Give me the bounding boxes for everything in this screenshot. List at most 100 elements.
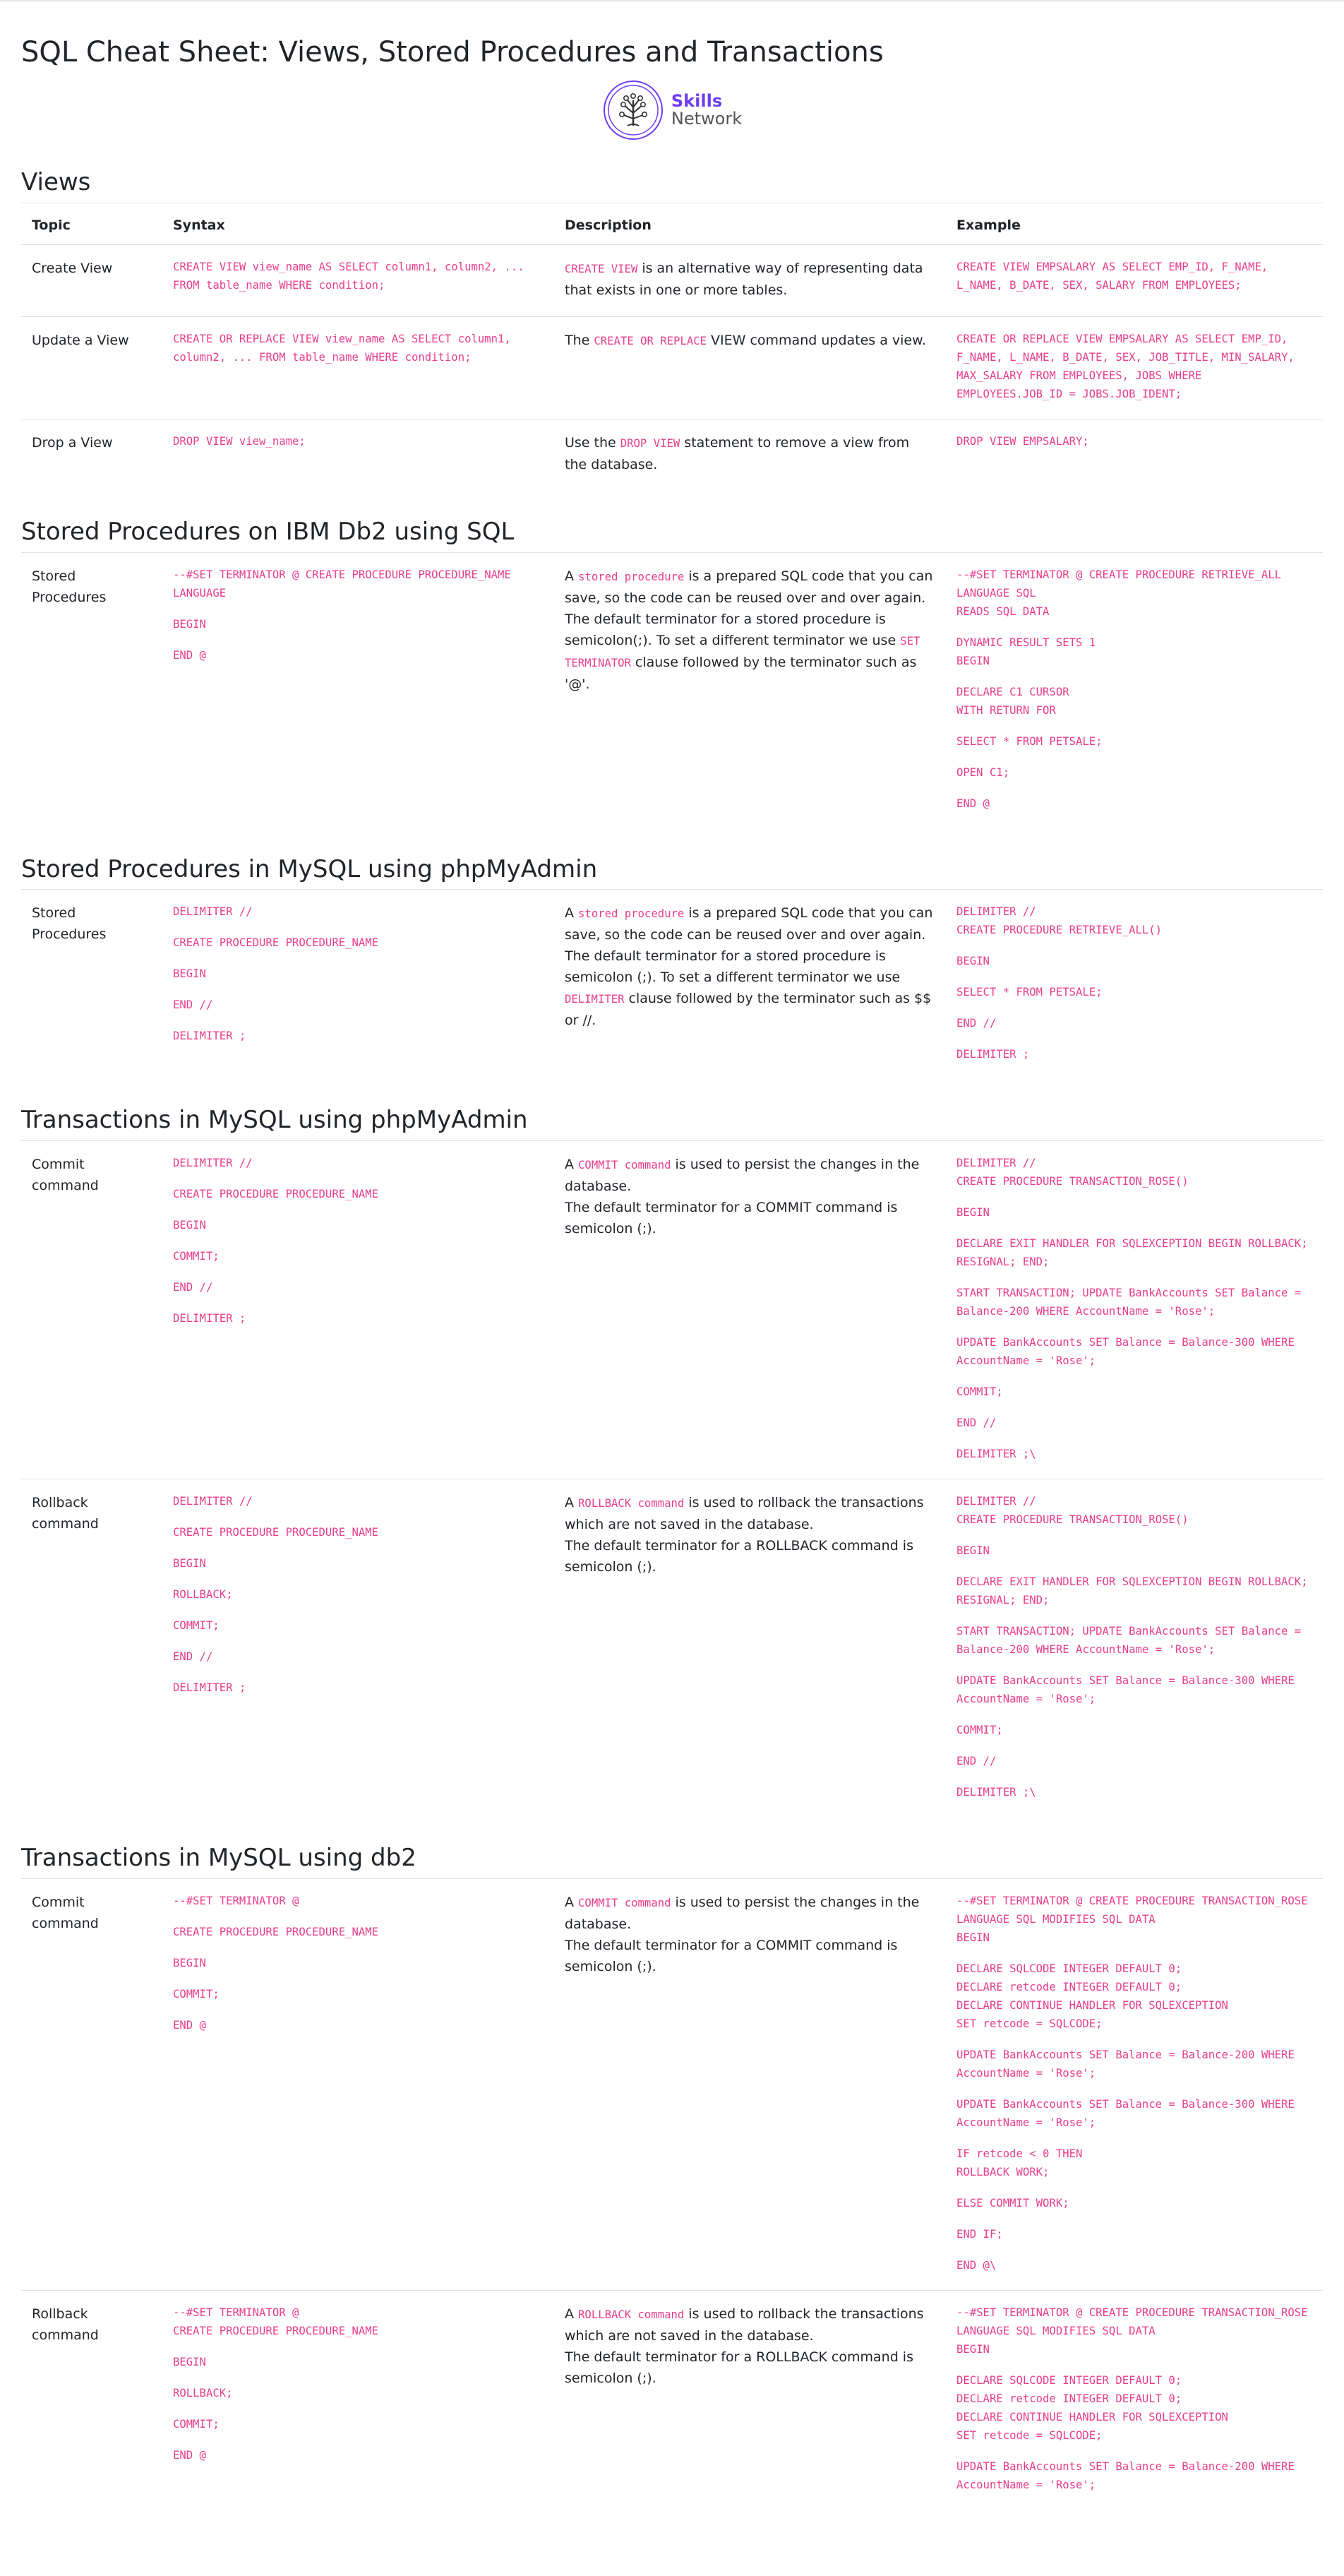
code-paragraph: BEGIN — [173, 2353, 544, 2371]
code-line: BEGIN — [956, 1206, 990, 1220]
code-paragraph: END // — [173, 996, 544, 1014]
example-cell: DELIMITER // CREATE PROCEDURE TRANSACTION… — [946, 1479, 1323, 1818]
example-cell: CREATE VIEW EMPSALARY AS SELECT EMP_ID, … — [946, 244, 1323, 317]
code-paragraph: DECLARE SQLCODE INTEGER DEFAULT 0; DECLAR… — [956, 2371, 1312, 2445]
page-content: SQL Cheat Sheet: Views, Stored Procedure… — [0, 35, 1344, 2510]
code-line: BEGIN — [956, 955, 990, 968]
description-line: The default terminator for a stored proc… — [565, 948, 932, 1029]
code-paragraph: DELIMITER // CREATE PROCEDURE TRANSACTION… — [956, 1154, 1312, 1191]
code-paragraph: END @ — [173, 646, 544, 664]
inline-code: ROLLBACK command — [578, 1497, 685, 1510]
description-line: A COMMIT command is used to persist the … — [565, 1157, 920, 1195]
code-paragraph: COMMIT; — [173, 1985, 544, 2003]
inline-code: DELIMITER — [565, 993, 625, 1006]
description-line: CREATE VIEW is an alternative way of rep… — [565, 260, 923, 298]
code-line: ROLLBACK; — [173, 2386, 233, 2399]
top-divider — [0, 0, 1344, 1]
tree-logo-icon — [603, 80, 663, 140]
code-paragraph: END // — [956, 1752, 1312, 1770]
code-paragraph: COMMIT; — [173, 2415, 544, 2433]
code-line: COMMIT; — [956, 1724, 1003, 1737]
code-line: --#SET TERMINATOR @ CREATE PROCEDURE RET… — [956, 568, 1282, 581]
cheat-sheet-table: Stored Procedures --#SET TERMINATOR @ CRE… — [21, 551, 1323, 828]
inline-code: CREATE OR REPLACE — [594, 334, 707, 347]
code-line: DECLARE CONTINUE HANDLER FOR SQLEXCEPTIO… — [956, 1998, 1228, 2012]
cheat-sheet-table: Commit command DELIMITER // CREATE PROCEDU… — [21, 1140, 1323, 1817]
code-line: DELIMITER // — [956, 1495, 1036, 1508]
cheat-sheet-table: Topic Syntax Description Example Create View… — [21, 202, 1323, 491]
skills-network-logo: Skills Network — [602, 79, 742, 141]
description-line: The default terminator for a COMMIT comm… — [565, 1200, 898, 1237]
code-paragraph: END @ — [173, 2016, 544, 2034]
code-line: SELECT * FROM PETSALE; — [956, 734, 1103, 748]
description-line: The default terminator for a COMMIT comm… — [565, 1937, 898, 1974]
logo-skills-text: Skills — [671, 90, 723, 111]
code-paragraph: BEGIN — [173, 615, 544, 633]
code-line: DECLARE CONTINUE HANDLER FOR SQLEXCEPTIO… — [956, 2410, 1228, 2423]
code-line: --#SET TERMINATOR @ — [173, 1894, 299, 1907]
code-paragraph: --#SET TERMINATOR @ — [173, 1892, 544, 1910]
code-line: OPEN C1; — [956, 765, 1010, 779]
logo-network-text: Network — [671, 109, 743, 129]
code-line: CREATE OR REPLACE VIEW EMPSALARY AS SELE… — [956, 332, 1295, 400]
code-line: ROLLBACK; — [173, 1588, 233, 1602]
code-paragraph: DECLARE EXIT HANDLER FOR SQLEXCEPTION BE… — [956, 1573, 1312, 1609]
column-header: Description — [554, 203, 946, 245]
code-line: START TRANSACTION; UPDATE BankAccounts S… — [956, 1287, 1302, 1318]
inline-code: stored procedure — [578, 570, 685, 583]
column-header: Topic — [21, 203, 162, 245]
description-cell: Use the DROP VIEW statement to remove a … — [554, 419, 946, 491]
syntax-cell: DROP VIEW view_name; — [162, 419, 554, 491]
code-line: DECLARE C1 CURSOR — [956, 685, 1069, 698]
code-line: DECLARE EXIT HANDLER FOR SQLEXCEPTION BE… — [956, 1575, 1308, 1607]
code-line: DELIMITER // — [173, 1495, 253, 1508]
code-line: DYNAMIC RESULT SETS 1 — [956, 636, 1096, 649]
code-line: SET retcode = SQLCODE; — [956, 2428, 1103, 2442]
syntax-cell: DELIMITER // CREATE PROCEDURE PROCEDURE_N… — [162, 1140, 554, 1480]
code-paragraph: UPDATE BankAccounts SET Balance = Balanc… — [956, 1333, 1312, 1370]
code-line: LANGUAGE SQL — [956, 586, 1036, 600]
code-paragraph: END // — [956, 1414, 1312, 1432]
syntax-cell: --#SET TERMINATOR @ CREATE PROCEDURE PROC… — [162, 2290, 554, 2510]
table-row: Update a View CREATE OR REPLACE VIEW view… — [21, 316, 1323, 419]
code-paragraph: DECLARE EXIT HANDLER FOR SQLEXCEPTION BE… — [956, 1234, 1312, 1271]
syntax-cell: DELIMITER // CREATE PROCEDURE PROCEDURE_N… — [162, 890, 554, 1080]
table-row: Drop a View DROP VIEW view_name; Use the D… — [21, 419, 1323, 491]
code-paragraph: CREATE PROCEDURE PROCEDURE_NAME — [173, 934, 544, 952]
code-paragraph: SELECT * FROM PETSALE; — [956, 732, 1312, 751]
sections-container: Views Topic Syntax Description Example Create… — [21, 168, 1323, 2510]
code-line: ROLLBACK WORK; — [956, 2165, 1050, 2178]
description-cell: A ROLLBACK command is used to rollback t… — [554, 2290, 946, 2510]
code-line: BEGIN — [173, 2355, 206, 2368]
description-line: A COMMIT command is used to persist the … — [565, 1894, 920, 1932]
logo-text: Skills Network — [671, 90, 743, 129]
code-line: DELIMITER // — [956, 1157, 1036, 1170]
code-line: --#SET TERMINATOR @ CREATE PROCEDURE PRO… — [173, 568, 511, 600]
example-cell: DELIMITER // CREATE PROCEDURE RETRIEVE_AL… — [946, 890, 1323, 1080]
code-line: DELIMITER ; — [173, 1030, 246, 1043]
example-cell: --#SET TERMINATOR @ CREATE PROCEDURE RET… — [946, 552, 1323, 828]
code-line: DELIMITER // — [173, 1157, 253, 1170]
code-paragraph: DELIMITER ;\ — [956, 1783, 1312, 1801]
cheat-sheet-table: Commit command --#SET TERMINATOR @ CREATE … — [21, 1878, 1323, 2510]
table-row: Commit command DELIMITER // CREATE PROCEDU… — [21, 1140, 1323, 1480]
code-paragraph: START TRANSACTION; UPDATE BankAccounts S… — [956, 1284, 1312, 1320]
code-line: COMMIT; — [173, 1250, 220, 1263]
topic-cell: Create View — [21, 244, 162, 317]
inline-code: COMMIT command — [578, 1159, 671, 1172]
code-line: DELIMITER ; — [173, 1681, 246, 1695]
syntax-cell: --#SET TERMINATOR @ CREATE PROCEDURE PROC… — [162, 1878, 554, 2291]
description-cell: A stored procedure is a prepared SQL cod… — [554, 552, 946, 828]
code-paragraph: END // — [173, 1278, 544, 1296]
description-line: A ROLLBACK command is used to rollback t… — [565, 1495, 924, 1533]
code-line: COMMIT; — [173, 1619, 220, 1633]
code-paragraph: CREATE PROCEDURE PROCEDURE_NAME — [173, 1185, 544, 1203]
code-line: DECLARE retcode INTEGER DEFAULT 0; — [956, 1980, 1182, 1993]
code-paragraph: --#SET TERMINATOR @ CREATE PROCEDURE TRA… — [956, 2303, 1312, 2359]
code-line: END // — [956, 1755, 997, 1768]
code-line: DELIMITER ; — [956, 1048, 1030, 1061]
code-paragraph: OPEN C1; — [956, 763, 1312, 782]
code-line: BEGIN — [173, 617, 206, 631]
inline-code: stored procedure — [578, 907, 685, 921]
topic-cell: Stored Procedures — [32, 905, 107, 943]
